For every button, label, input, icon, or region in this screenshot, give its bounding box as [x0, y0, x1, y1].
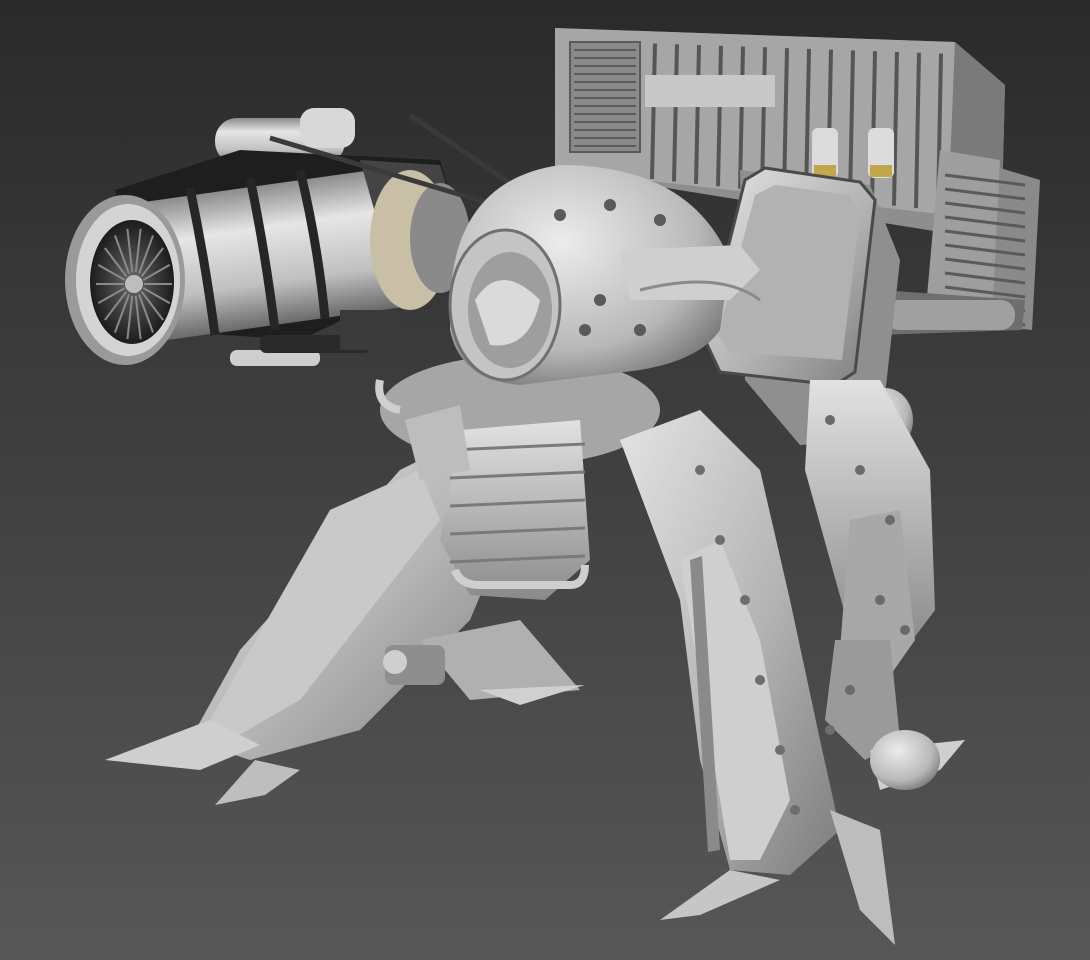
3d-viewport[interactable]: [0, 0, 1090, 960]
mech-render: [0, 0, 1090, 960]
